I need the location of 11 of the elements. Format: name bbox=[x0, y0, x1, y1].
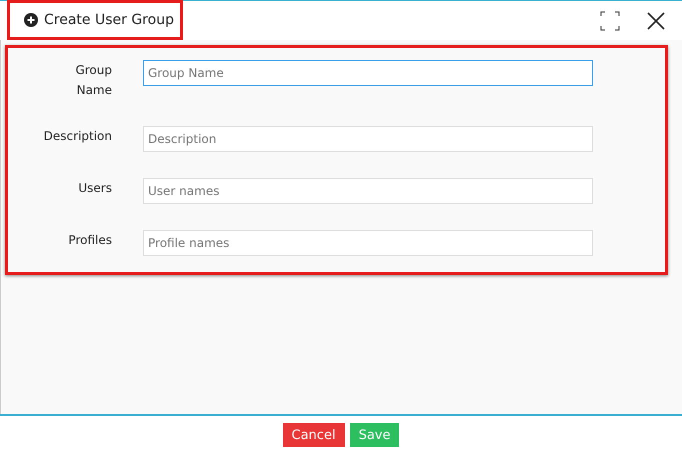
field-label: Description bbox=[42, 128, 112, 145]
save-button[interactable]: Save bbox=[350, 423, 400, 447]
dialog-title: Create User Group bbox=[44, 12, 174, 28]
input-field[interactable]: Group Name bbox=[143, 60, 593, 86]
field-label: Group Name bbox=[74, 62, 112, 99]
add-circle-icon bbox=[24, 13, 38, 27]
cancel-button[interactable]: Cancel bbox=[282, 423, 345, 447]
maximize-icon[interactable] bbox=[600, 10, 620, 30]
close-icon[interactable] bbox=[646, 10, 666, 30]
field-label: Users bbox=[77, 180, 112, 197]
field-label: Profiles bbox=[67, 232, 112, 249]
